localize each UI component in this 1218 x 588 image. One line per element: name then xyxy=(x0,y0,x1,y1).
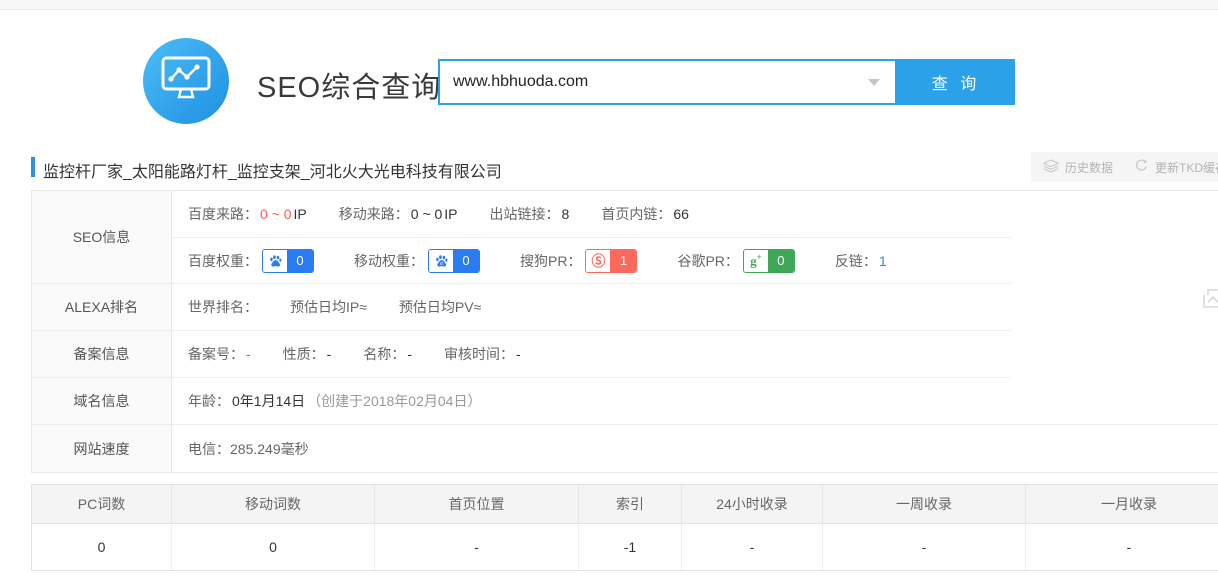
daily-pv-label: 预估日均PV≈ xyxy=(399,297,481,317)
refresh-tkd-cache-button[interactable]: 更新TKD缓存 xyxy=(1122,152,1218,182)
baidu-weight-badge[interactable]: 0 xyxy=(262,249,314,273)
history-data-button[interactable]: 历史数据 xyxy=(1031,152,1125,182)
baidu-traffic-value: 0 ~ 0 xyxy=(260,206,292,222)
seo-tool-logo xyxy=(143,38,229,124)
top-strip xyxy=(0,0,1218,10)
daily-ip-label: 预估日均IP≈ xyxy=(290,297,367,317)
refresh-icon xyxy=(1134,158,1149,176)
backlinks: 反链： 1 xyxy=(835,251,887,271)
backlinks-value[interactable]: 1 xyxy=(879,253,887,269)
row-label-alexa: ALEXA排名 xyxy=(32,284,172,331)
monitor-chart-icon xyxy=(160,55,212,108)
mobile-words-value: 0 xyxy=(172,524,375,570)
mobile-traffic: 移动来路： 0 ~ 0 IP xyxy=(339,204,458,224)
row-label-seo-info: SEO信息 xyxy=(32,191,172,284)
domain-age-label: 年龄： xyxy=(188,391,230,411)
baidu-paw-icon xyxy=(263,250,287,272)
google-pr-value: 0 xyxy=(768,250,794,272)
seo-info-table: SEO信息 百度来路： 0 ~ 0 IP 移动来路： 0 ~ 0 IP 出站链接… xyxy=(31,190,1218,473)
google-pr-badge[interactable]: g+ 0 xyxy=(743,249,795,273)
mobile-weight: 移动权重： m 0 xyxy=(354,249,480,273)
column-header-pc-words: PC词数 xyxy=(32,485,172,524)
column-header-homepage-position: 首页位置 xyxy=(375,485,579,524)
baidu-traffic: 百度来路： 0 ~ 0 IP xyxy=(188,204,307,224)
icp-nature: 性质： - xyxy=(283,344,332,364)
sogou-pr-badge[interactable]: Ⓢ 1 xyxy=(585,249,637,273)
icp-row: 备案号： - 性质： - 名称： - 审核时间： - xyxy=(172,331,1011,378)
icp-number: 备案号： - xyxy=(188,344,251,364)
url-search-input[interactable] xyxy=(440,72,868,92)
query-button[interactable]: 查 询 xyxy=(897,59,1015,105)
sogou-pr: 搜狗PR： Ⓢ 1 xyxy=(520,249,637,273)
search-box xyxy=(438,59,897,105)
history-dropdown-arrow-icon[interactable] xyxy=(868,79,880,86)
row-label-icp: 备案信息 xyxy=(32,331,172,378)
domain-created-note: （创建于2018年02月04日） xyxy=(307,391,481,411)
outbound-links: 出站链接： 8 xyxy=(490,204,570,224)
domain-age-value: 0年1月14日 xyxy=(232,391,305,411)
icp-name: 名称： - xyxy=(363,344,412,364)
google-pr: 谷歌PR： g+ 0 xyxy=(677,249,794,273)
sogou-pr-value: 1 xyxy=(610,250,636,272)
icp-nature-value: - xyxy=(327,346,332,362)
google-plus-icon: g+ xyxy=(744,250,768,272)
pc-words-value: 0 xyxy=(32,524,172,570)
outbound-links-value: 8 xyxy=(562,206,570,222)
column-header-index: 索引 xyxy=(579,485,682,524)
homepage-internal-links-value: 66 xyxy=(673,206,689,222)
domain-info-row: 年龄： 0年1月14日 （创建于2018年02月04日） xyxy=(172,378,1011,425)
24h-included-value: - xyxy=(682,524,823,570)
sogou-s-icon: Ⓢ xyxy=(586,250,610,272)
mobile-weight-badge[interactable]: m 0 xyxy=(428,249,480,273)
icp-review-time: 审核时间： - xyxy=(444,344,521,364)
keyword-index-table: PC词数 移动词数 首页位置 索引 24小时收录 一周收录 一月收录 0 0 -… xyxy=(31,484,1218,571)
site-speed-value: 电信：285.249毫秒 xyxy=(188,439,309,459)
history-data-label: 历史数据 xyxy=(1065,159,1113,176)
layers-icon xyxy=(1043,159,1059,176)
column-header-week-included: 一周收录 xyxy=(823,485,1026,524)
icp-name-value: - xyxy=(407,346,412,362)
alexa-row: 世界排名： 预估日均IP≈ 预估日均PV≈ xyxy=(172,284,1011,331)
broken-image-icon xyxy=(1203,289,1218,311)
svg-text:m: m xyxy=(439,261,443,266)
homepage-position-value: - xyxy=(375,524,579,570)
refresh-tkd-cache-label: 更新TKD缓存 xyxy=(1155,159,1218,176)
week-included-value: - xyxy=(823,524,1026,570)
title-accent-bar xyxy=(31,157,35,177)
world-rank-label: 世界排名： xyxy=(188,297,258,317)
column-header-mobile-words: 移动词数 xyxy=(172,485,375,524)
month-included-value: - xyxy=(1026,524,1218,570)
seo-info-line2: 百度权重： 0 移动权重： xyxy=(172,238,1011,284)
baidu-mobile-paw-icon: m xyxy=(429,250,453,272)
baidu-weight: 百度权重： 0 xyxy=(188,249,314,273)
homepage-internal-links: 首页内链： 66 xyxy=(601,204,689,224)
baidu-weight-value: 0 xyxy=(287,250,313,272)
column-header-24h-included: 24小时收录 xyxy=(682,485,823,524)
mobile-traffic-value: 0 ~ 0 xyxy=(411,206,443,222)
site-preview-panel xyxy=(1011,191,1218,425)
seo-info-line1: 百度来路： 0 ~ 0 IP 移动来路： 0 ~ 0 IP 出站链接： 8 首页… xyxy=(172,191,1011,238)
icp-number-value[interactable]: - xyxy=(246,346,251,362)
row-label-domain-info: 域名信息 xyxy=(32,378,172,425)
row-label-site-speed: 网站速度 xyxy=(32,425,172,472)
icp-review-time-value: - xyxy=(516,346,521,362)
site-speed-row: 电信：285.249毫秒 xyxy=(172,425,1218,472)
page-title: SEO综合查询 xyxy=(257,64,441,106)
site-title-text: 监控杆厂家_太阳能路灯杆_监控支架_河北火大光电科技有限公司 xyxy=(43,158,502,182)
index-value: -1 xyxy=(579,524,682,570)
mobile-weight-value: 0 xyxy=(453,250,479,272)
column-header-month-included: 一月收录 xyxy=(1026,485,1218,524)
